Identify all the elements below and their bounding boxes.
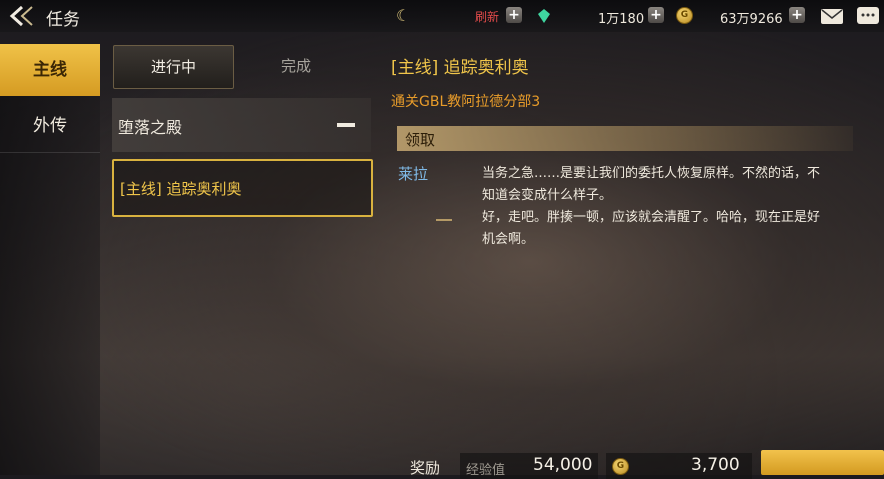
gold-value: 3,700 <box>691 455 740 475</box>
quest-item-label: [主线] 追踪奥利奥 <box>120 180 242 198</box>
exp-label: 经验值 <box>466 463 506 478</box>
chat-icon[interactable] <box>857 7 879 24</box>
nav-item-main[interactable]: 主线 <box>0 44 100 96</box>
gold-coin-icon: G <box>612 458 629 475</box>
currency1-value: 1万180 <box>598 12 645 27</box>
add-currency1-button[interactable]: + <box>648 7 664 23</box>
collapse-icon[interactable] <box>337 123 355 127</box>
tab-completed[interactable]: 完成 <box>240 45 352 87</box>
dialog-text: 当务之急……是要让我们的委托人恢复原样。不然的话，不知道会变成什么样子。 好，走… <box>482 163 822 251</box>
left-nav: 主线 外传 <box>0 44 100 475</box>
quest-objective: 通关GBL教阿拉德分部3 <box>391 94 541 110</box>
nav-item-side[interactable]: 外传 <box>0 100 100 152</box>
back-arrow-icon[interactable] <box>8 4 38 28</box>
moon-icon: ☾ <box>396 6 411 25</box>
exp-value: 54,000 <box>533 455 593 475</box>
nav-divider <box>0 152 100 153</box>
tab-in-progress[interactable]: 进行中 <box>113 45 234 89</box>
mail-icon[interactable] <box>821 9 843 24</box>
add-currency2-button[interactable]: + <box>789 7 805 23</box>
refresh-label[interactable]: 刷新 <box>475 8 499 25</box>
top-bar: 任务 ☾ 刷新 + 1万180 + G 63万9266 + <box>0 0 884 32</box>
page-title: 任务 <box>46 10 80 30</box>
speaker-name: 莱拉 <box>398 165 429 183</box>
section-bar: 领取 <box>397 126 853 151</box>
dialog-line: 好，走吧。胖揍一顿，应该就会清醒了。哈哈，现在正是好机会啊。 <box>482 210 821 247</box>
quest-group-header[interactable]: 堕落之殿 <box>112 98 371 152</box>
currency2-value: 63万9266 <box>720 12 783 27</box>
section-label: 领取 <box>405 131 436 149</box>
gold-coin-icon: G <box>676 7 693 24</box>
quest-list-item[interactable]: [主线] 追踪奥利奥 <box>112 159 373 217</box>
quest-title: [主线] 追踪奥利奥 <box>391 58 529 78</box>
dialog-divider <box>436 219 452 221</box>
quest-group-label: 堕落之殿 <box>118 118 183 137</box>
dialog-line: 当务之急……是要让我们的委托人恢复原样。不然的话，不知道会变成什么样子。 <box>482 166 821 203</box>
add-refresh-button[interactable]: + <box>506 7 522 23</box>
claim-button[interactable] <box>761 450 884 475</box>
gem-icon <box>538 8 550 23</box>
